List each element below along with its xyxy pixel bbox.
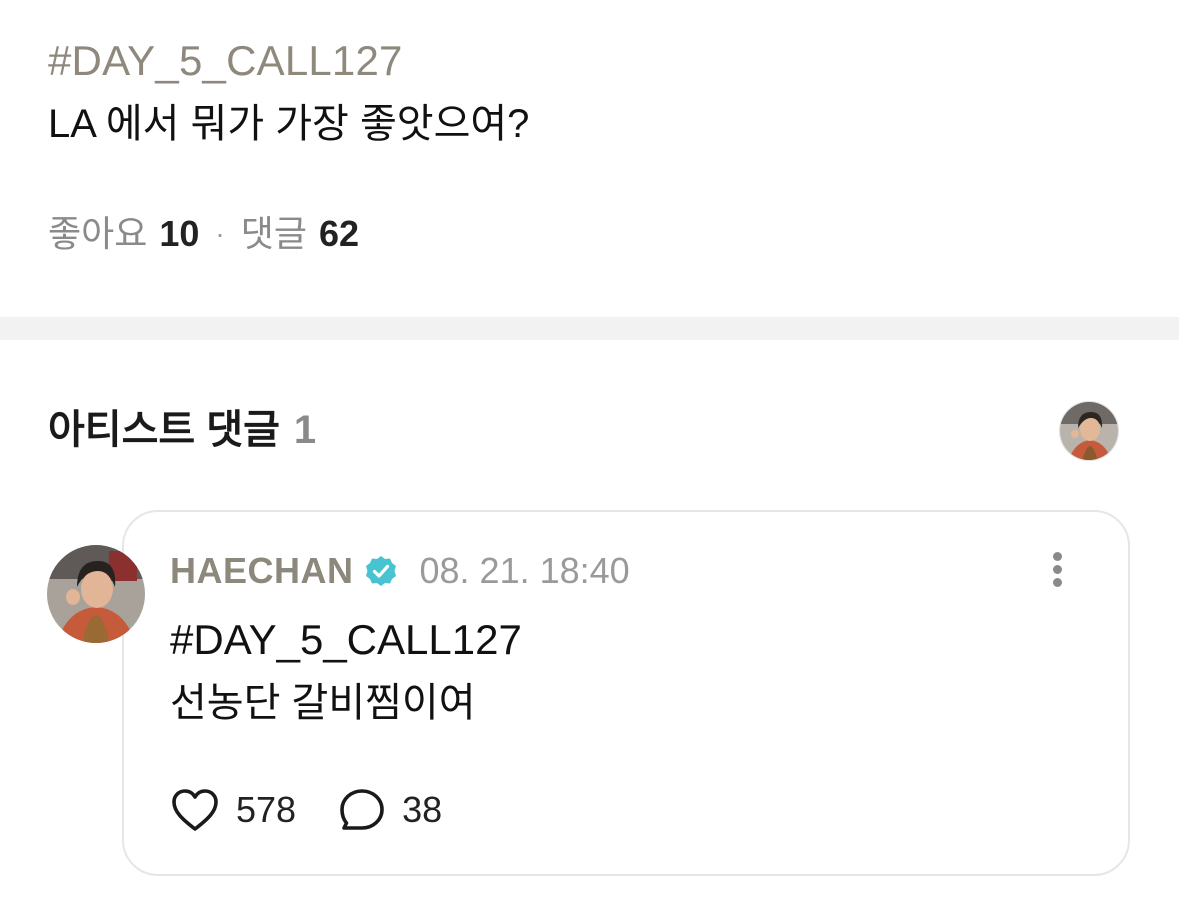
artist-comments-title: 아티스트 댓글: [48, 408, 280, 452]
comments-count: 62: [319, 213, 360, 254]
verified-badge-icon: [365, 556, 396, 586]
artist-avatar[interactable]: [1059, 401, 1119, 461]
comment-text: 선농단 갈비찜이여: [170, 681, 476, 725]
section-divider: [0, 317, 1179, 340]
artist-comments-count: 1: [293, 408, 317, 452]
artist-comments-header: 아티스트 댓글 1: [48, 402, 316, 458]
comment-timestamp: 08. 21. 18:40: [419, 550, 630, 591]
comment-actions: 578 38: [170, 784, 484, 836]
likes-count: 10: [159, 213, 200, 254]
more-options-button[interactable]: [1046, 548, 1070, 590]
like-count: 578: [236, 789, 297, 830]
more-dot: [1053, 578, 1062, 587]
heart-outline-icon: [172, 789, 218, 831]
post-hashtag[interactable]: #DAY_5_CALL127: [48, 36, 403, 86]
more-vertical-icon: [1053, 552, 1062, 561]
post-stats: 좋아요 10 · 댓글 62: [48, 211, 359, 257]
comment-author-name[interactable]: HAECHAN: [170, 550, 354, 592]
comments-label: 댓글: [240, 213, 307, 254]
post-question: LA 에서 뭐가 가장 좋앗으여?: [48, 102, 530, 146]
reply-button[interactable]: 38: [338, 787, 442, 833]
stats-separator: ·: [215, 218, 225, 249]
comment-author-avatar[interactable]: [47, 545, 145, 643]
comment-author-row: HAECHAN 08. 21. 18:40: [170, 548, 630, 594]
speech-bubble-icon: [340, 789, 384, 830]
post: #DAY_5_CALL127 LA 에서 뭐가 가장 좋앗으여? 좋아요 10 …: [0, 0, 1179, 317]
likes-label: 좋아요: [48, 213, 148, 254]
more-dot: [1053, 565, 1062, 574]
comment-hashtag[interactable]: #DAY_5_CALL127: [170, 614, 522, 666]
like-button[interactable]: 578: [170, 787, 296, 833]
reply-count: 38: [402, 789, 443, 830]
